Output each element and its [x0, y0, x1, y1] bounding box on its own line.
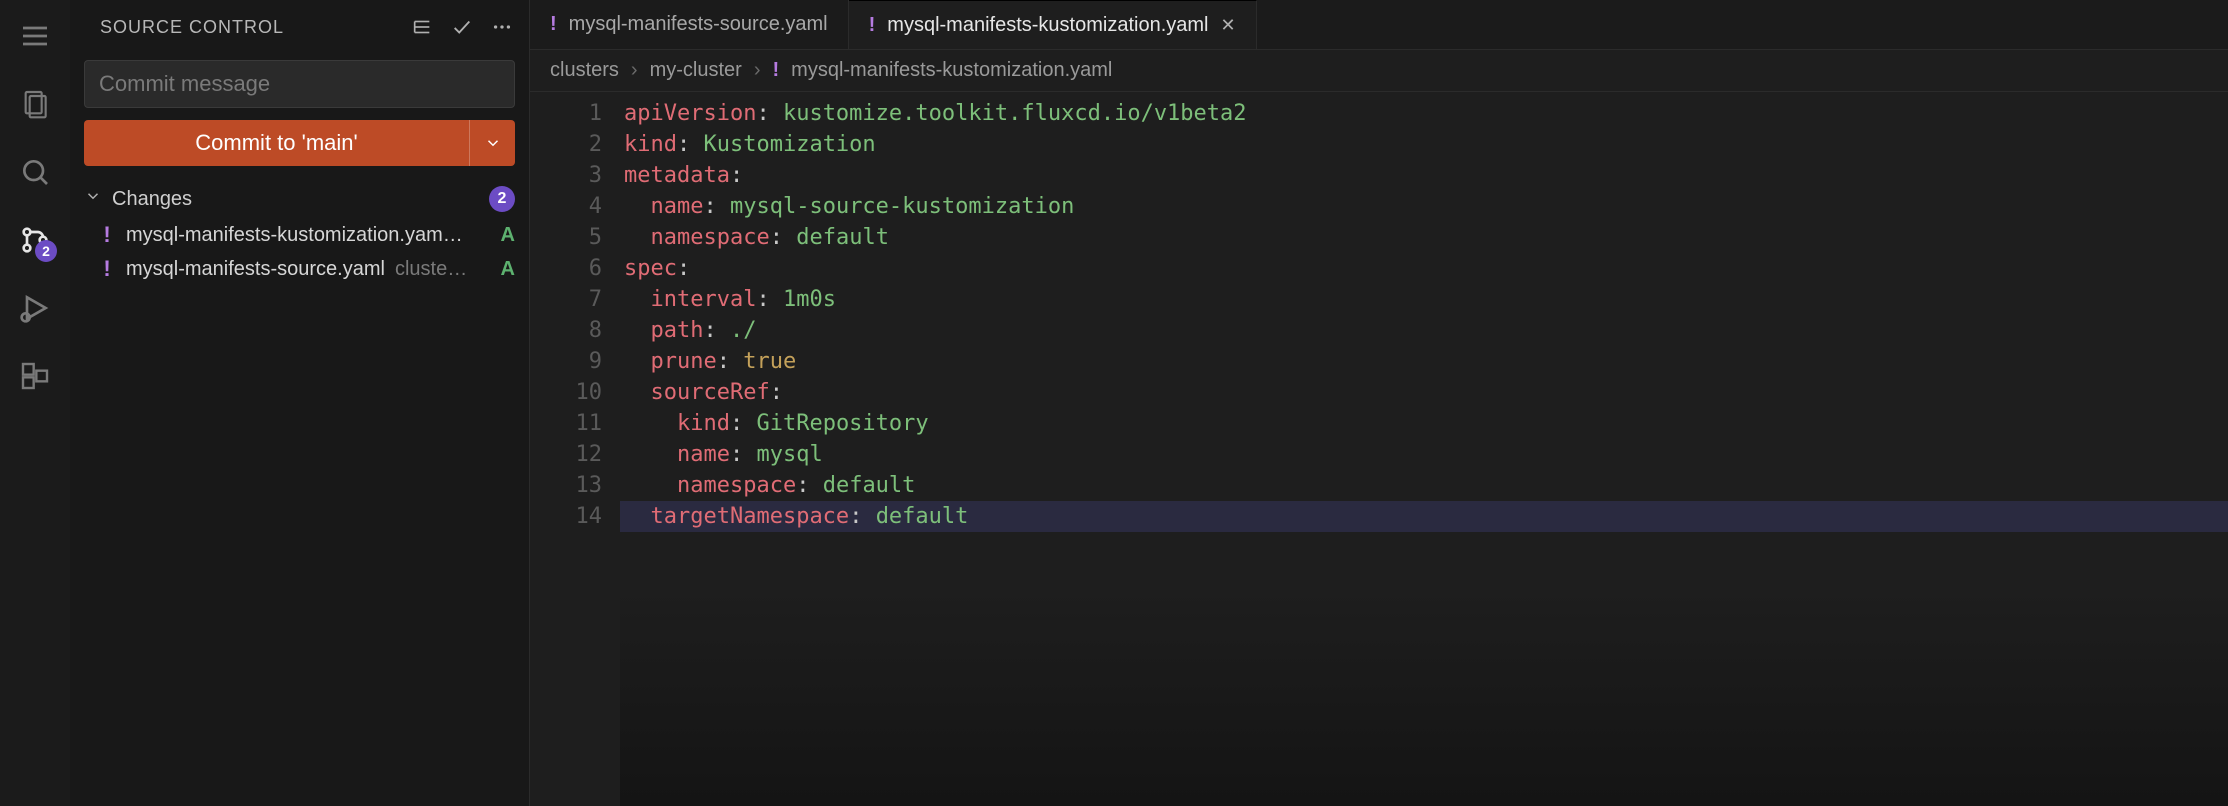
- line-number: 4: [530, 191, 602, 222]
- commit-check-icon[interactable]: [449, 14, 475, 40]
- code-line[interactable]: sourceRef:: [620, 377, 2228, 408]
- modified-icon: !: [550, 13, 557, 36]
- code-line[interactable]: prune: true: [620, 346, 2228, 377]
- changes-section-header[interactable]: Changes 2: [70, 180, 529, 218]
- line-number: 14: [530, 501, 602, 532]
- line-number-gutter: 1234567891011121314: [530, 92, 620, 806]
- modified-icon: !: [98, 256, 116, 282]
- editor-tab[interactable]: ! mysql-manifests-kustomization.yaml ✕: [849, 0, 1257, 49]
- menu-icon[interactable]: [11, 12, 59, 60]
- line-number: 10: [530, 377, 602, 408]
- code-line[interactable]: targetNamespace: default: [620, 501, 2228, 532]
- modified-icon: !: [98, 222, 116, 248]
- tab-label: mysql-manifests-source.yaml: [569, 13, 828, 36]
- code-line[interactable]: kind: GitRepository: [620, 408, 2228, 439]
- code-editor[interactable]: 1234567891011121314 apiVersion: kustomiz…: [530, 92, 2228, 806]
- code-line[interactable]: kind: Kustomization: [620, 129, 2228, 160]
- breadcrumbs[interactable]: clusters › my-cluster ›! mysql-manifests-kus…: [530, 50, 2228, 92]
- line-number: 1: [530, 98, 602, 129]
- line-number: 5: [530, 222, 602, 253]
- change-status: A: [501, 258, 515, 281]
- commit-button-chevron[interactable]: [469, 120, 515, 166]
- change-row[interactable]: ! mysql-manifests-source.yaml cluste… A: [70, 252, 529, 286]
- line-number: 8: [530, 315, 602, 346]
- code-line[interactable]: namespace: default: [620, 222, 2228, 253]
- code-line[interactable]: namespace: default: [620, 470, 2228, 501]
- line-number: 13: [530, 470, 602, 501]
- line-number: 2: [530, 129, 602, 160]
- change-file-name: mysql-manifests-kustomization.yam…: [126, 224, 463, 247]
- line-number: 7: [530, 284, 602, 315]
- activity-bar: 2: [0, 0, 70, 806]
- code-content[interactable]: apiVersion: kustomize.toolkit.fluxcd.io/…: [620, 92, 2228, 806]
- search-icon[interactable]: [11, 148, 59, 196]
- run-debug-icon[interactable]: [11, 284, 59, 332]
- commit-button[interactable]: Commit to 'main': [84, 120, 469, 166]
- explorer-icon[interactable]: [11, 80, 59, 128]
- editor-area: ! mysql-manifests-source.yaml! mysql-manif…: [530, 0, 2228, 806]
- more-actions-icon[interactable]: [489, 14, 515, 40]
- source-control-badge: 2: [35, 240, 57, 262]
- extensions-icon[interactable]: [11, 352, 59, 400]
- code-line[interactable]: path: ./: [620, 315, 2228, 346]
- chevron-right-icon: ›: [754, 59, 761, 82]
- chevron-right-icon: ›: [631, 59, 638, 82]
- code-line[interactable]: name: mysql-source-kustomization: [620, 191, 2228, 222]
- code-line[interactable]: metadata:: [620, 160, 2228, 191]
- line-number: 9: [530, 346, 602, 377]
- change-status: A: [501, 224, 515, 247]
- modified-icon: !: [869, 14, 876, 37]
- change-row[interactable]: ! mysql-manifests-kustomization.yam… A: [70, 218, 529, 252]
- tab-label: mysql-manifests-kustomization.yaml: [887, 14, 1208, 37]
- close-icon[interactable]: ✕: [1221, 15, 1236, 36]
- view-as-tree-icon[interactable]: [409, 14, 435, 40]
- source-control-panel: SOURCE CONTROL Commit to 'main': [70, 0, 530, 806]
- breadcrumb-item[interactable]: clusters: [550, 59, 619, 82]
- change-file-path: cluste…: [395, 258, 467, 281]
- breadcrumb-file[interactable]: mysql-manifests-kustomization.yaml: [791, 59, 1112, 82]
- panel-title: SOURCE CONTROL: [100, 17, 409, 38]
- breadcrumb-item[interactable]: my-cluster: [650, 59, 742, 82]
- modified-icon: !: [772, 59, 779, 82]
- commit-message-input[interactable]: [84, 60, 515, 108]
- source-control-icon[interactable]: 2: [11, 216, 59, 264]
- code-line[interactable]: apiVersion: kustomize.toolkit.fluxcd.io/…: [620, 98, 2228, 129]
- code-line[interactable]: interval: 1m0s: [620, 284, 2228, 315]
- tab-bar: ! mysql-manifests-source.yaml! mysql-manif…: [530, 0, 2228, 50]
- line-number: 11: [530, 408, 602, 439]
- change-file-name: mysql-manifests-source.yaml: [126, 258, 385, 281]
- changes-label: Changes: [112, 188, 489, 211]
- editor-tab[interactable]: ! mysql-manifests-source.yaml: [530, 0, 849, 49]
- chevron-down-icon: [84, 187, 102, 211]
- code-line[interactable]: name: mysql: [620, 439, 2228, 470]
- line-number: 6: [530, 253, 602, 284]
- line-number: 12: [530, 439, 602, 470]
- code-line[interactable]: spec:: [620, 253, 2228, 284]
- fade-overlay: [620, 586, 2228, 806]
- changes-count-badge: 2: [489, 186, 515, 212]
- line-number: 3: [530, 160, 602, 191]
